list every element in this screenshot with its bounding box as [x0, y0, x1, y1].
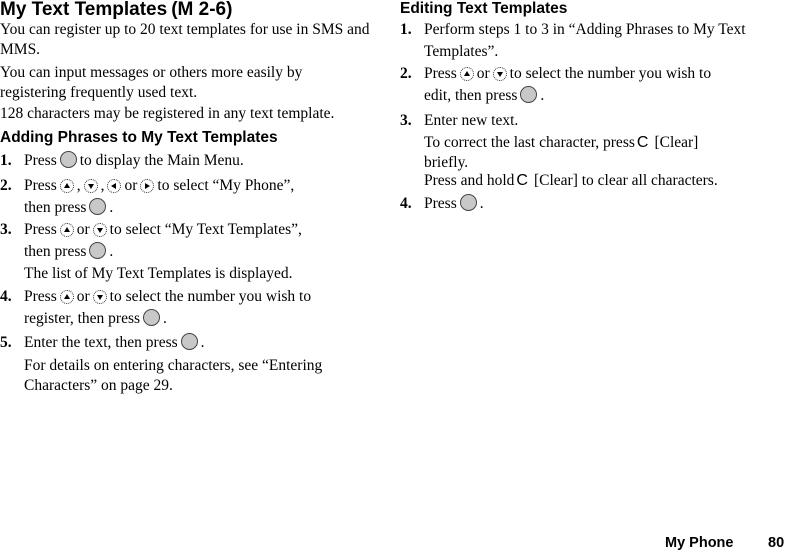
- step-number: 4.: [400, 195, 412, 212]
- center-key-icon: [89, 197, 107, 215]
- step-number: 3.: [400, 112, 412, 129]
- intro-paragraph-2: You can input messages or others more ea…: [0, 64, 303, 101]
- step-text: then press: [24, 242, 87, 260]
- step-text: to select “My Text Templates”,: [109, 221, 302, 238]
- adding-step-4: 4. Press or to select the number you wish …: [0, 286, 375, 329]
- adding-step-3: 3. Press or to select “My Text Templates”,…: [0, 219, 375, 262]
- step-text: then press: [24, 198, 87, 216]
- nav-left-key-icon: [107, 179, 122, 193]
- step-text: Enter the text, then press: [24, 334, 178, 351]
- page-footer: My Phone 80: [0, 535, 785, 553]
- step-text: Press: [24, 221, 57, 238]
- step-text: Press: [424, 65, 457, 82]
- nav-up-key-icon: [59, 179, 74, 193]
- step-text: .: [109, 242, 114, 260]
- step-text: Press: [24, 177, 57, 194]
- step-text: or: [76, 221, 90, 238]
- center-key-icon: [520, 85, 538, 103]
- step-text: Perform steps 1 to 3 in “Adding Phrases …: [424, 21, 746, 60]
- nav-down-key-icon: [83, 179, 98, 193]
- title-text: My Text Templates: [0, 0, 168, 20]
- clear-key-icon: C: [516, 172, 528, 189]
- note-text: [Clear] to clear all characters.: [533, 172, 718, 189]
- adding-step-1: 1. Press to display the Main Menu.: [0, 150, 375, 172]
- step-number: 2.: [400, 65, 412, 82]
- note-text: Press and hold: [424, 172, 515, 189]
- clear-key-icon: C: [636, 134, 649, 151]
- nav-down-key-icon: [92, 223, 107, 237]
- adding-step-2: 2. Press,, or to select “My Phone”, then pr…: [0, 175, 375, 218]
- center-key-icon: [89, 241, 107, 259]
- center-key-icon: [59, 151, 77, 168]
- step-text: to select the number you wish to: [109, 288, 312, 305]
- center-key-icon: [180, 333, 198, 350]
- section-heading-adding: Adding Phrases to My Text Templates: [0, 129, 278, 146]
- step-number: 5.: [0, 334, 12, 351]
- step-text: Press: [24, 152, 57, 169]
- page-title: My Text Templates (M 2-6): [0, 0, 232, 20]
- nav-up-key-icon: [459, 67, 474, 81]
- adding-step-3-note: The list of My Text Templates is display…: [24, 265, 293, 282]
- step-text: or: [124, 177, 138, 194]
- note-text: To correct the last character, press: [424, 134, 635, 151]
- editing-step-3: 3. Enter new text.: [400, 110, 775, 132]
- step-text: .: [200, 334, 205, 351]
- nav-right-key-icon: [140, 179, 155, 193]
- step-text: or: [76, 288, 90, 305]
- section-heading-editing: Editing Text Templates: [400, 0, 568, 17]
- center-key-icon: [459, 194, 477, 211]
- step-text: Enter new text.: [424, 112, 519, 129]
- nav-down-key-icon: [92, 290, 107, 304]
- editing-step-2: 2. Press or to select the number you wish …: [400, 63, 775, 106]
- step-text: register, then press: [24, 309, 141, 327]
- nav-up-key-icon: [59, 223, 74, 237]
- menu-code: (M 2-6): [171, 0, 233, 20]
- step-number: 4.: [0, 288, 12, 305]
- step-text: .: [479, 195, 484, 212]
- page-number: 80: [768, 535, 785, 551]
- step-text: edit, then press: [424, 86, 518, 104]
- step-text: Press: [24, 288, 57, 305]
- step-number: 1.: [0, 152, 12, 169]
- step-number: 1.: [400, 21, 412, 38]
- step-text: to display the Main Menu.: [79, 152, 244, 169]
- intro-paragraph-1: You can register up to 20 text templates…: [0, 21, 370, 58]
- step-text: to select the number you wish to: [509, 65, 712, 82]
- editing-step-3-note-hold: Press and hold C [Clear] to clear all char…: [424, 171, 774, 191]
- nav-up-key-icon: [59, 290, 74, 304]
- editing-step-3-note-clear: To correct the last character, press C [Cl…: [424, 133, 744, 173]
- adding-step-5: 5. Enter the text, then press.: [0, 332, 375, 354]
- step-text: to select “My Phone”,: [157, 177, 295, 194]
- intro-paragraph-3: 128 characters may be registered in any …: [0, 105, 335, 122]
- step-text: .: [163, 309, 167, 327]
- step-number: 3.: [0, 221, 12, 238]
- step-number: 2.: [0, 177, 12, 194]
- separator: ,: [76, 177, 81, 194]
- separator: ,: [100, 177, 105, 194]
- step-text: or: [476, 65, 490, 82]
- center-key-icon: [143, 308, 161, 326]
- adding-step-5-note: For details on entering characters, see …: [24, 357, 323, 394]
- step-text: Press: [424, 195, 457, 212]
- step-text: .: [540, 86, 545, 104]
- editing-step-4: 4. Press.: [400, 193, 775, 215]
- step-text: .: [109, 198, 114, 216]
- nav-down-key-icon: [492, 67, 507, 81]
- editing-step-1: 1. Perform steps 1 to 3 in “Adding Phras…: [400, 19, 775, 62]
- footer-section-title: My Phone: [665, 535, 734, 551]
